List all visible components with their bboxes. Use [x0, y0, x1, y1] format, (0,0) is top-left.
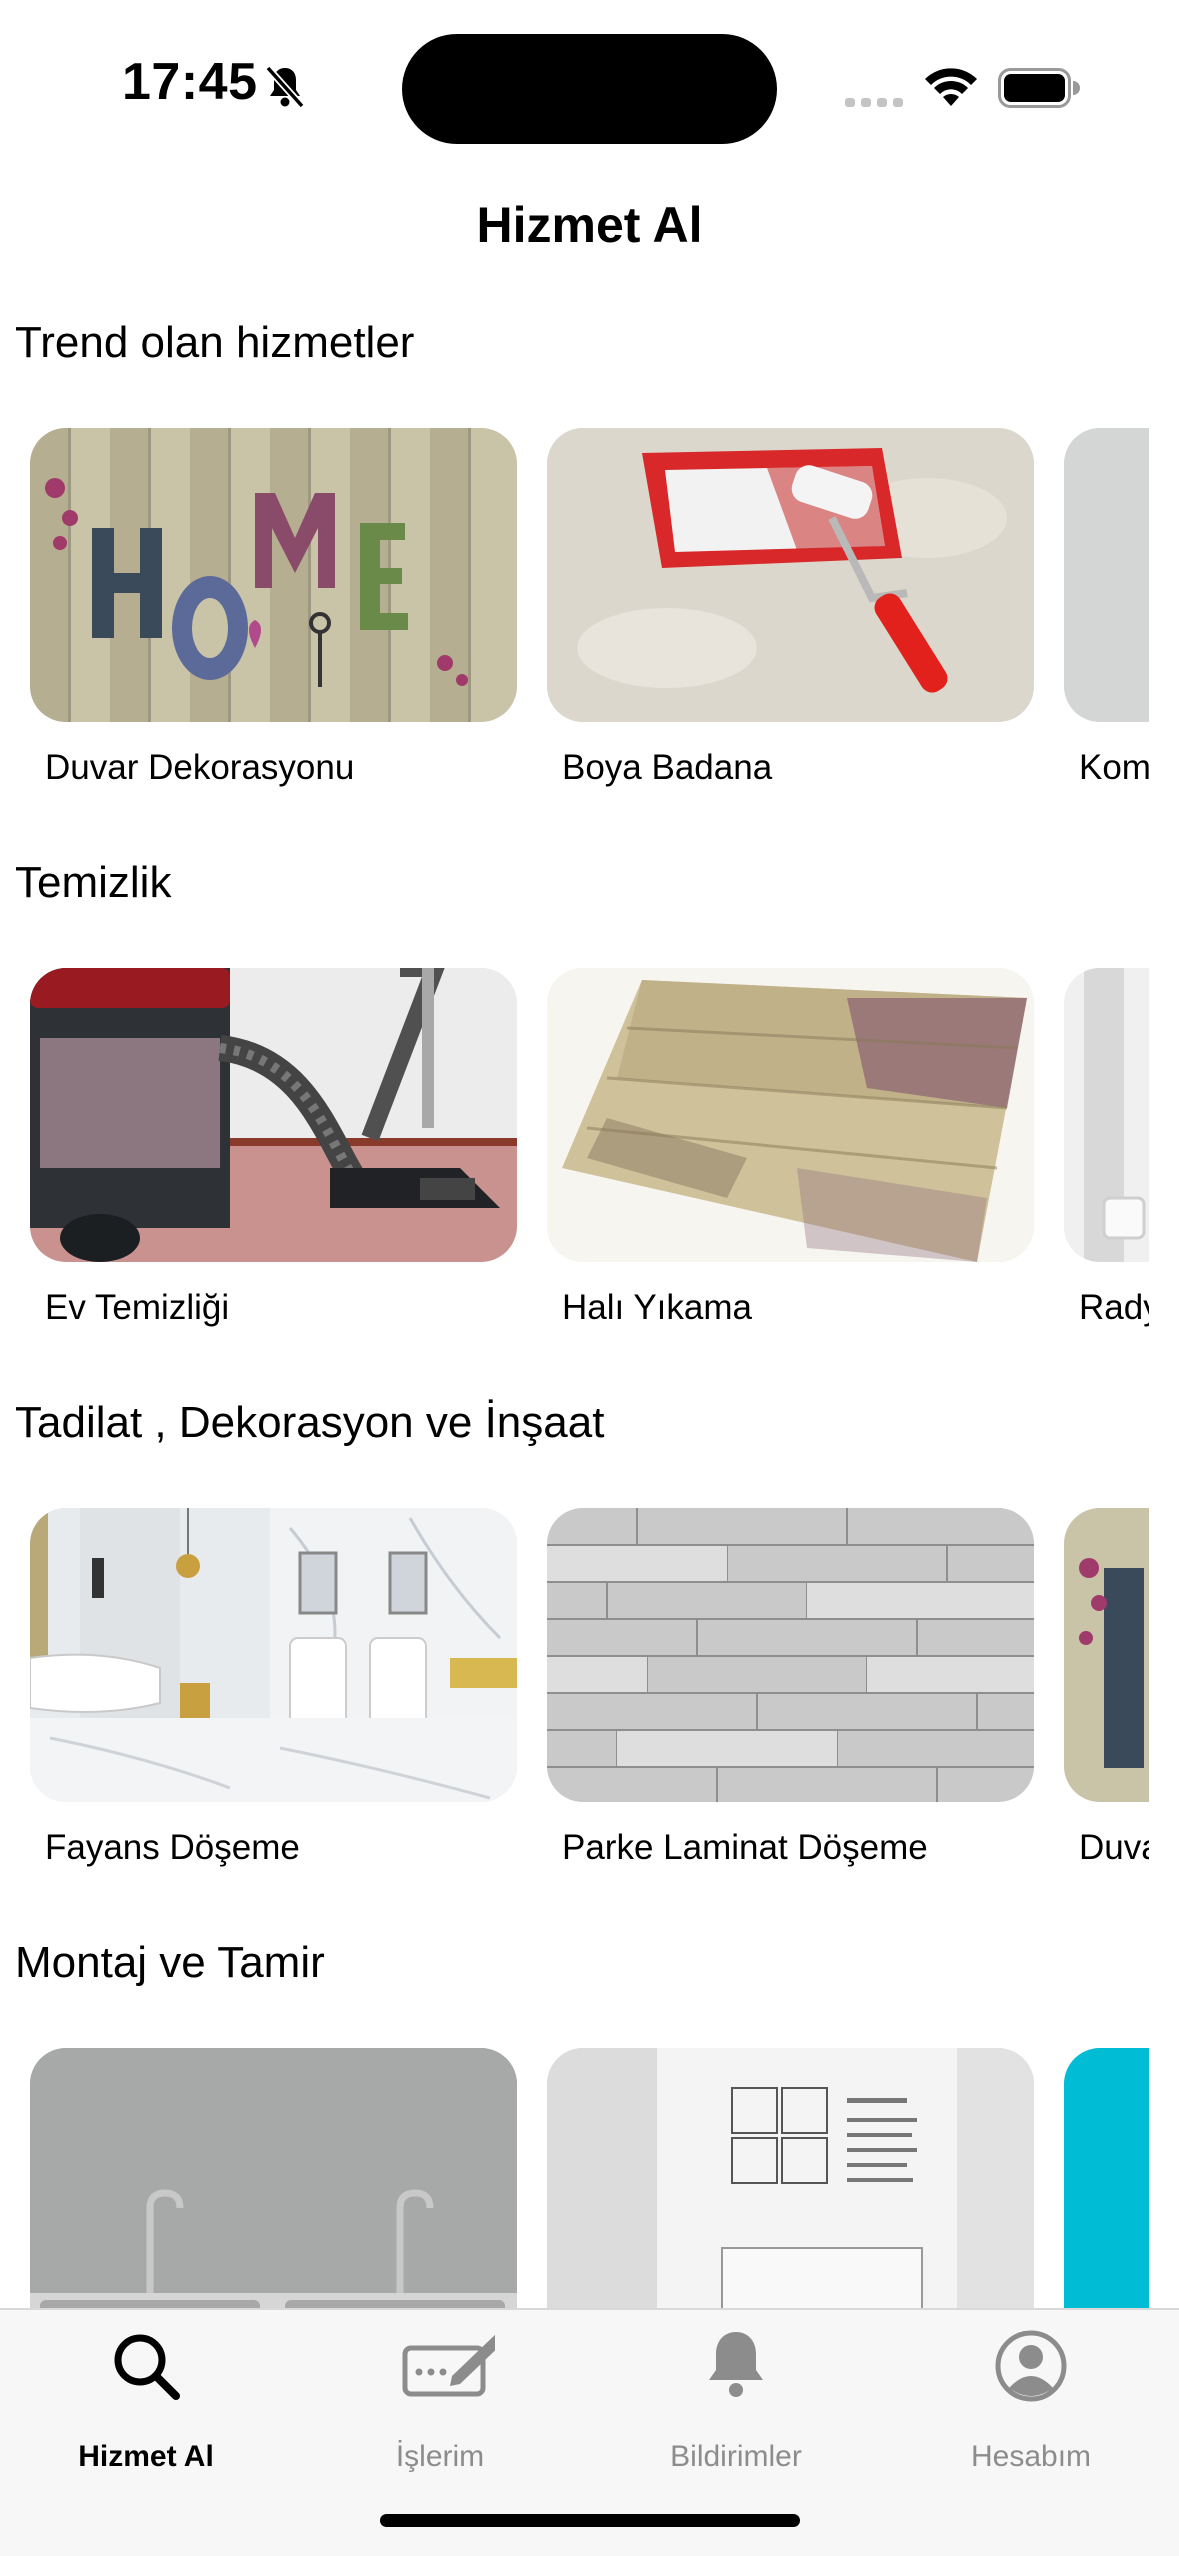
profile-icon [995, 2330, 1067, 2402]
card-label: Halı Yıkama [562, 1288, 752, 1327]
card-image [30, 428, 517, 722]
battery-icon [998, 68, 1080, 108]
card-image [1064, 968, 1149, 1262]
card-image [30, 968, 517, 1262]
card-image [30, 1508, 517, 1802]
status-bar: 17:45 [0, 0, 1179, 170]
tab-islerim[interactable]: İşlerim [340, 2328, 540, 2478]
section-trending: Trend olan hizmetler Duvar Dekorasyonu B… [0, 318, 1179, 858]
tab-label: Hizmet Al [78, 2440, 214, 2473]
card-carousel[interactable]: Fayans Döşeme Parke Laminat Döşeme Duv [0, 1508, 1149, 1928]
cellular-signal-icon [845, 98, 903, 107]
card-image [1064, 428, 1149, 722]
home-indicator [380, 2514, 800, 2527]
service-card[interactable]: Fayans Döşeme [30, 1508, 517, 1908]
section-title: Temizlik [15, 858, 172, 907]
card-carousel[interactable]: Duvar Dekorasyonu Boya Badana Kom [0, 428, 1149, 848]
card-label: Duva [1079, 1828, 1149, 1867]
tab-hesabim[interactable]: Hesabım [931, 2328, 1131, 2478]
service-card[interactable]: Parke Laminat Döşeme [547, 1508, 1034, 1908]
section-title: Montaj ve Tamir [15, 1938, 325, 1987]
status-time: 17:45 [122, 53, 258, 111]
card-image [1064, 1508, 1149, 1802]
search-icon [114, 2334, 180, 2400]
section-title: Tadilat , Dekorasyon ve İnşaat [15, 1398, 605, 1447]
card-image [30, 2048, 517, 2308]
service-card[interactable]: Duva [1064, 1508, 1149, 1908]
tab-label: Bildirimler [670, 2440, 802, 2473]
card-image [547, 968, 1034, 1262]
section-cleaning: Temizlik Ev Temizliği Halı Yıkama Rad [0, 858, 1179, 1398]
card-image [547, 2048, 1034, 2308]
tab-hizmet-al[interactable]: Hizmet Al [46, 2328, 246, 2478]
tab-label: İşlerim [395, 2440, 485, 2473]
service-card[interactable] [547, 2048, 1034, 2308]
service-card[interactable]: Rady [1064, 968, 1149, 1368]
section-renovation: Tadilat , Dekorasyon ve İnşaat Fayans Dö… [0, 1398, 1179, 1938]
card-image [547, 1508, 1034, 1802]
services-scroll-view[interactable]: Trend olan hizmetler Duvar Dekorasyonu B… [0, 300, 1179, 2308]
service-card[interactable]: Boya Badana [547, 428, 1034, 828]
card-carousel[interactable]: Ev Temizliği Halı Yıkama Rad [0, 968, 1149, 1388]
service-card[interactable]: Kom [1064, 428, 1149, 828]
wifi-icon [925, 68, 977, 106]
bell-slash-icon [265, 65, 305, 109]
dynamic-island [402, 34, 777, 144]
card-image [547, 428, 1034, 722]
service-card[interactable]: Halı Yıkama [547, 968, 1034, 1368]
service-card[interactable] [1064, 2048, 1149, 2308]
card-label: Ev Temizliği [45, 1288, 230, 1327]
card-label: Fayans Döşeme [45, 1828, 300, 1867]
service-card[interactable]: Ev Temizliği [30, 968, 517, 1368]
page-title: Hizmet Al [476, 197, 703, 253]
service-card[interactable]: Duvar Dekorasyonu [30, 428, 517, 828]
tab-label: Hesabım [970, 2440, 1092, 2473]
tab-bildirimler[interactable]: Bildirimler [636, 2328, 836, 2478]
card-image [1064, 2048, 1149, 2308]
card-label: Duvar Dekorasyonu [45, 748, 355, 787]
bell-icon [709, 2332, 763, 2397]
card-label: Rady [1079, 1288, 1149, 1327]
section-title: Trend olan hizmetler [15, 318, 415, 367]
service-card[interactable] [30, 2048, 517, 2308]
pencil-icon [402, 2334, 495, 2397]
card-label: Parke Laminat Döşeme [562, 1828, 928, 1867]
card-carousel[interactable] [0, 2048, 1149, 2308]
card-label: Kom [1079, 748, 1149, 787]
card-label: Boya Badana [562, 748, 773, 787]
section-assembly-repair: Montaj ve Tamir [0, 1938, 1179, 2308]
